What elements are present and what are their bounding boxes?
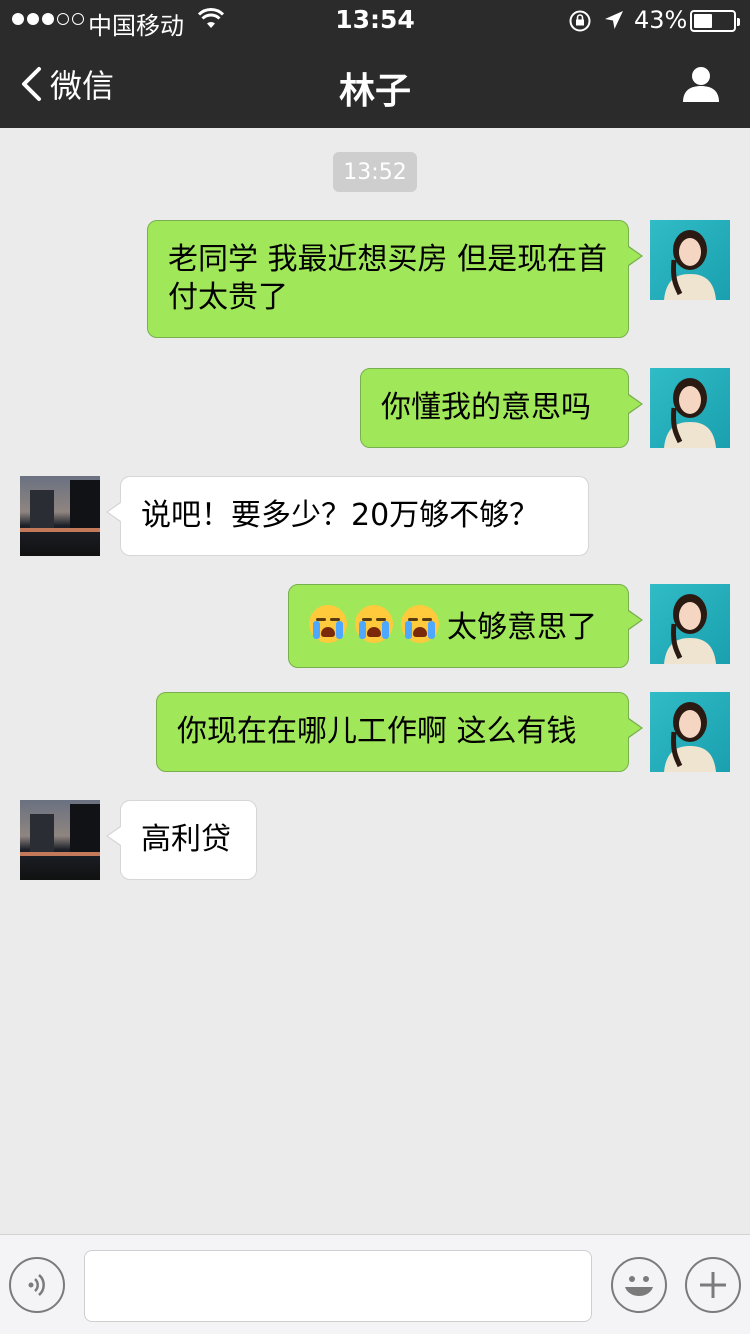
my-avatar[interactable]: [650, 584, 730, 664]
message-text: 你懂我的意思吗: [381, 390, 591, 425]
message-text: 太够意思了: [447, 610, 597, 645]
contact-avatar[interactable]: [20, 800, 100, 880]
message-text: 说吧！要多少？20万够不够？: [141, 498, 540, 533]
battery-icon: [690, 10, 740, 32]
plus-icon: [700, 1272, 726, 1298]
message-text: 你现在在哪儿工作啊 这么有钱: [177, 714, 577, 749]
message-text: 老同学 我最近想买房 但是现在首付太贵了: [168, 242, 608, 315]
my-avatar[interactable]: [650, 220, 730, 300]
my-avatar[interactable]: [650, 368, 730, 448]
chat-title: 林子: [338, 71, 411, 112]
voice-input-button[interactable]: [9, 1257, 65, 1313]
location-arrow-icon: [603, 9, 625, 37]
message-bubble-sent[interactable]: 你现在在哪儿工作啊 这么有钱: [156, 692, 643, 772]
crying-face-emoji-icon: [355, 605, 393, 643]
message-bubble-sent[interactable]: 老同学 我最近想买房 但是现在首付太贵了: [147, 220, 643, 338]
battery-percent: 43%: [634, 6, 688, 34]
input-bar: [0, 1234, 750, 1334]
my-avatar[interactable]: [650, 692, 730, 772]
contact-profile-button[interactable]: [682, 66, 720, 106]
chat-area[interactable]: 13:52 老同学 我最近想买房 但是现在首付太贵了 你懂我的意思吗 说吧！要多…: [0, 128, 750, 1234]
contact-avatar[interactable]: [20, 476, 100, 556]
crying-face-emoji-icon: [309, 605, 347, 643]
message-text: 高利贷: [141, 822, 231, 857]
status-bar: 中国移动 13:54 43%: [0, 0, 750, 40]
message-timestamp: 13:52: [333, 152, 417, 192]
rotation-lock-icon: [568, 9, 592, 39]
message-bubble-received[interactable]: 高利贷: [106, 800, 257, 880]
crying-face-emoji-icon: [401, 605, 439, 643]
top-bar: 中国移动 13:54 43% 微信 林子: [0, 0, 750, 128]
message-input[interactable]: [84, 1250, 592, 1322]
message-bubble-received[interactable]: 说吧！要多少？20万够不够？: [106, 476, 589, 556]
message-bubble-sent[interactable]: 太够意思了: [288, 584, 643, 668]
person-icon: [683, 67, 719, 102]
emoji-button[interactable]: [611, 1257, 667, 1313]
more-options-button[interactable]: [685, 1257, 741, 1313]
message-bubble-sent[interactable]: 你懂我的意思吗: [360, 368, 643, 448]
smiley-icon: [625, 1276, 653, 1296]
voice-icon: [28, 1274, 45, 1296]
